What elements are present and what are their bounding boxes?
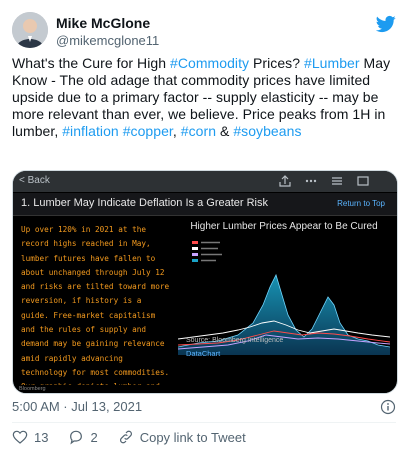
copy-link-label: Copy link to Tweet [139, 429, 246, 445]
heart-icon [12, 430, 28, 444]
article-body: Up over 120% in 2021 at the record highs… [21, 225, 170, 391]
avatar[interactable] [12, 12, 48, 48]
terminal-nav-bar: < Back [13, 171, 397, 192]
datachart-link[interactable]: DataChart [186, 349, 220, 358]
hashtag-link[interactable]: #copper [123, 123, 173, 139]
tweet-text-segment: Prices? [249, 55, 304, 71]
like-count: 13 [34, 429, 49, 445]
more-icon[interactable] [303, 174, 319, 188]
tweet-media-image[interactable]: < Back 1. Lumber May Indicate Deflation … [12, 170, 398, 394]
hashtag-link[interactable]: #inflation [62, 123, 119, 139]
hashtag-link[interactable]: #Commodity [170, 55, 249, 71]
back-button[interactable]: < Back [19, 175, 50, 186]
brand-bar: Bloomberg [13, 385, 397, 393]
reply-button[interactable]: 2 [68, 429, 98, 445]
article-title-bar: 1. Lumber May Indicate Deflation Is a Gr… [13, 193, 397, 216]
tweet-timestamp[interactable]: 5:00 AM · Jul 13, 2021 [12, 399, 142, 414]
font-size-icon[interactable] [355, 174, 371, 188]
brand-label: Bloomberg [19, 386, 46, 392]
share-icon[interactable] [277, 174, 293, 188]
reply-icon [70, 430, 83, 445]
divider [12, 422, 396, 423]
hashtag-link[interactable]: #soybeans [233, 123, 301, 139]
list-icon[interactable] [329, 174, 345, 188]
article-title: 1. Lumber May Indicate Deflation Is a Gr… [21, 197, 268, 209]
tweet-text-segment: , [172, 123, 181, 139]
like-button[interactable]: 13 [12, 429, 48, 445]
twitter-bird-icon[interactable] [375, 14, 396, 34]
link-icon [119, 430, 132, 444]
author-handle[interactable]: @mikemcglone11 [56, 33, 159, 48]
copy-link-button[interactable]: Copy link to Tweet [118, 429, 246, 445]
tweet-text: What's the Cure for High #Commodity Pric… [12, 55, 400, 140]
hashtag-link[interactable]: #corn [181, 123, 216, 139]
chart-title: Higher Lumber Prices Appear to Be Cured [190, 221, 378, 232]
tweet-text-segment: & [216, 123, 234, 139]
return-to-top-link[interactable]: Return to Top [337, 199, 385, 208]
chart-source: Source: Bloomberg Intelligence [186, 337, 284, 344]
info-icon[interactable] [380, 399, 396, 415]
author-name[interactable]: Mike McGlone [56, 15, 150, 31]
tweet-actions: 13 2 Copy link to Tweet [12, 427, 266, 447]
tweet-text-segment: What's the Cure for High [12, 55, 170, 71]
hashtag-link[interactable]: #Lumber [304, 55, 360, 71]
reply-count: 2 [90, 429, 98, 445]
